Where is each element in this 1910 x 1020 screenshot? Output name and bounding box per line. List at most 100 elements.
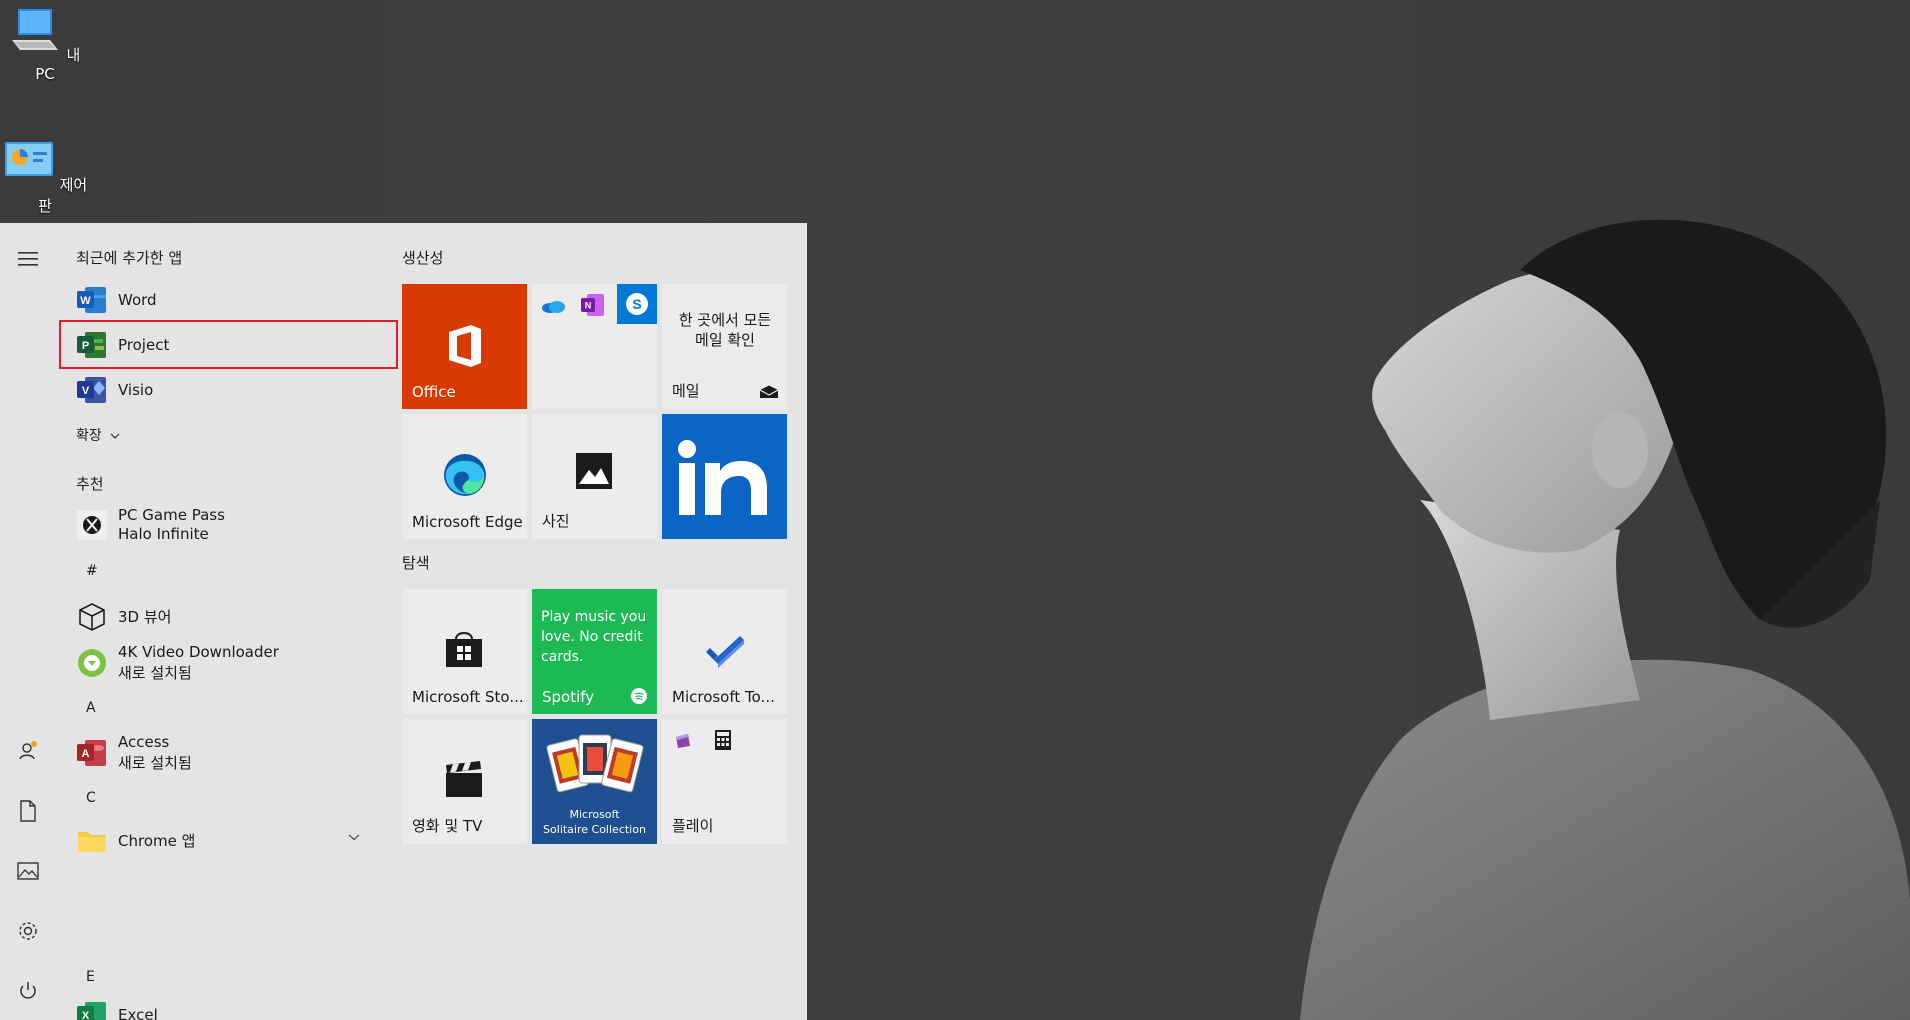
tile-group-explore-heading: 탐색 [402, 554, 430, 572]
tile-label: 메일 [672, 382, 700, 400]
letter-header-e[interactable]: E [86, 969, 95, 985]
power-button[interactable] [14, 977, 42, 1005]
tile-label: Microsoft Edge [412, 513, 523, 531]
tile-label: Microsoft Sto... [412, 688, 524, 706]
app-item-3d-viewer[interactable]: 3D 뷰어 [74, 595, 390, 639]
expand-button[interactable]: 확장 [76, 425, 120, 445]
svg-text:A: A [82, 748, 90, 760]
spotify-tile-text: Play music you love. No credit cards. [541, 609, 647, 665]
letter-header-c[interactable]: C [86, 790, 96, 806]
app-item-word[interactable]: W Word [74, 278, 390, 322]
hamburger-icon [18, 252, 38, 266]
tile-spotify[interactable]: Play music you love. No credit cards. Sp… [532, 589, 657, 714]
xbox-icon [77, 510, 107, 540]
tile-mail[interactable]: 한 곳에서 모든 메일 확인 메일 [662, 284, 787, 409]
tile-label: 사진 [542, 512, 570, 530]
user-account-button[interactable] [14, 737, 42, 765]
tile-movies-tv[interactable]: 영화 및 TV [402, 719, 527, 844]
game-icon [676, 734, 690, 748]
office-icon [449, 325, 481, 367]
tiles-area: 생산성 Office N S 한 곳에서 모든 메일 확인 메일 Microso… [398, 223, 807, 1020]
mail-tile-text: 한 곳에서 모든 메일 확인 [678, 311, 772, 349]
recommended-heading: 추천 [76, 475, 104, 493]
svg-text:S: S [632, 296, 641, 312]
start-rail [0, 223, 56, 1020]
onenote-icon: N [581, 294, 604, 316]
document-icon [20, 800, 36, 822]
recent-apps-heading: 최근에 추가한 앱 [76, 249, 183, 267]
todo-check-icon [706, 636, 744, 668]
pictures-button[interactable] [14, 857, 42, 885]
settings-button[interactable] [14, 917, 42, 945]
documents-button[interactable] [14, 797, 42, 825]
app-newly-installed: 새로 설치됨 [118, 754, 192, 772]
playing-cards-icon [546, 734, 644, 793]
tile-linkedin[interactable] [662, 414, 787, 539]
chevron-down-icon[interactable] [348, 833, 360, 841]
downloader-icon [78, 649, 106, 677]
tile-microsoft-edge[interactable]: Microsoft Edge [402, 414, 527, 539]
mail-icon [759, 385, 779, 398]
solitaire-title-line2: Solitaire Collection [543, 823, 646, 836]
desktop-icon-control-panel[interactable]: 제어판 [0, 136, 90, 216]
tile-label: Microsoft To... [672, 688, 775, 706]
app-name: Chrome 앱 [118, 831, 196, 850]
clapperboard-icon [446, 761, 482, 797]
app-name: PC Game Pass [118, 506, 225, 524]
app-item-pc-game-pass[interactable]: PC Game Pass Halo Infinite [74, 503, 390, 547]
desktop-icon-my-pc[interactable]: 내 PC [0, 6, 90, 83]
tile-photos[interactable]: 사진 [532, 414, 657, 539]
tile-play-folder[interactable]: 플레이 [662, 719, 787, 844]
app-item-4k-video-downloader[interactable]: 4K Video Downloader 새로 설치됨 [74, 641, 390, 685]
picture-icon [17, 862, 39, 880]
store-icon [446, 632, 482, 667]
svg-text:X: X [82, 1010, 90, 1020]
power-icon [20, 982, 36, 999]
cube-icon [79, 603, 105, 631]
folder-icon [78, 832, 106, 852]
letter-header-hash[interactable]: # [86, 563, 98, 579]
svg-text:N: N [585, 301, 592, 311]
edge-icon [444, 454, 486, 496]
skype-icon: S [617, 284, 657, 324]
calculator-icon [715, 730, 731, 750]
svg-text:W: W [80, 295, 91, 307]
app-name: 3D 뷰어 [118, 607, 172, 626]
wallpaper-person-image [1300, 219, 1910, 1020]
spotify-icon [631, 688, 647, 704]
app-name: Visio [118, 380, 154, 399]
tile-solitaire-collection[interactable]: Microsoft Solitaire Collection [532, 719, 657, 844]
solitaire-title-line1: Microsoft [569, 808, 620, 821]
tile-microsoft-store[interactable]: Microsoft Sto... [402, 589, 527, 714]
tile-label: Spotify [542, 688, 595, 706]
app-name: 4K Video Downloader [118, 643, 279, 661]
tile-group-productivity-heading: 생산성 [402, 249, 444, 267]
tile-office-apps-group[interactable]: N S [532, 284, 657, 409]
app-folder-chrome-apps[interactable]: Chrome 앱 [74, 819, 390, 863]
app-subtitle: Halo Infinite [118, 525, 209, 543]
app-list: 최근에 추가한 앱 W Word P Project V Visio 확장 추천… [56, 223, 398, 1020]
chevron-down-icon [110, 433, 120, 439]
app-name: Word [118, 290, 157, 309]
word-icon: W [77, 287, 106, 313]
tile-label: 플레이 [672, 817, 714, 835]
control-panel-icon [4, 142, 53, 176]
tile-label: Office [412, 383, 456, 401]
excel-icon: X [77, 1002, 106, 1020]
photo-icon [576, 453, 612, 489]
expand-label: 확장 [76, 428, 102, 444]
app-name: Access [118, 733, 170, 751]
letter-header-a[interactable]: A [86, 700, 96, 716]
app-newly-installed: 새로 설치됨 [118, 664, 192, 682]
gear-icon [19, 922, 37, 940]
app-item-visio[interactable]: V Visio [74, 368, 390, 412]
onedrive-icon [542, 301, 565, 313]
start-menu: 최근에 추가한 앱 W Word P Project V Visio 확장 추천… [0, 223, 807, 1020]
app-item-access[interactable]: A Access 새로 설치됨 [74, 731, 390, 775]
app-name: Excel [118, 1005, 158, 1020]
tile-office[interactable]: Office [402, 284, 527, 409]
hamburger-menu-button[interactable] [14, 245, 42, 273]
app-item-excel[interactable]: X Excel [74, 993, 390, 1020]
tile-microsoft-todo[interactable]: Microsoft To... [662, 589, 787, 714]
project-highlight-box [59, 320, 398, 369]
